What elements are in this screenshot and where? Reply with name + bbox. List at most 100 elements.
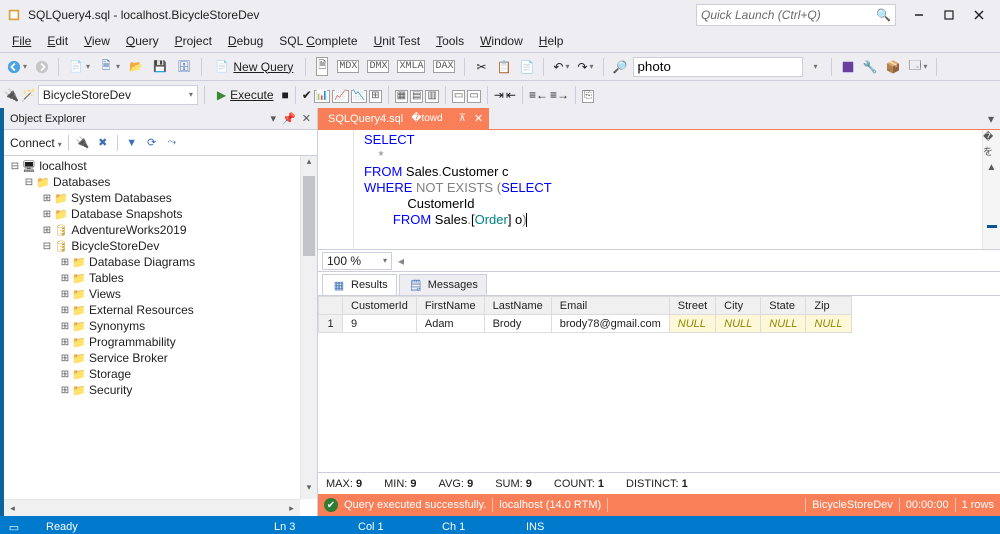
find-input[interactable]	[633, 57, 803, 77]
cut-button[interactable]: ✂	[471, 56, 491, 78]
menu-file[interactable]: File	[4, 32, 39, 50]
live-stats-button[interactable]: 📉	[351, 87, 367, 102]
indent-button[interactable]: ⇥	[494, 88, 504, 102]
results-grid[interactable]: CustomerIdFirstNameLastNameEmailStreetCi…	[318, 296, 1000, 472]
ext-tool-1[interactable]	[838, 56, 858, 78]
dax-query-button[interactable]: DAX	[430, 56, 458, 78]
stop-connect-icon[interactable]: ✖	[95, 135, 111, 151]
ext-tool-2[interactable]: 🔧	[860, 56, 881, 78]
tree-adventureworks[interactable]: ⊞ AdventureWorks2019	[4, 222, 317, 238]
copy-button[interactable]: 📋	[493, 56, 514, 78]
results-tab[interactable]: ▦Results	[322, 274, 397, 295]
menu-project[interactable]: Project	[167, 32, 220, 50]
uncomment-button[interactable]: ▭	[467, 87, 480, 102]
panel-pin-icon[interactable]: 📌	[282, 112, 296, 125]
parse-button[interactable]: ✔	[302, 88, 312, 102]
undo-button[interactable]: ↶	[550, 56, 572, 78]
tree-snapshots[interactable]: ⊞ Database Snapshots	[4, 206, 317, 222]
connect-icon[interactable]: 🔌	[4, 88, 19, 102]
menu-query[interactable]: Query	[118, 32, 167, 50]
menu-tools[interactable]: Tools	[428, 32, 472, 50]
results-grid-button[interactable]: ▦	[395, 87, 408, 102]
increase-indent-button[interactable]: ≡→	[550, 88, 569, 102]
tree-bicyclestoredev[interactable]: ⊟ BicycleStoreDev	[4, 238, 317, 254]
tree-system-databases[interactable]: ⊞ System Databases	[4, 190, 317, 206]
disconnect-icon[interactable]: 🔌	[75, 135, 91, 151]
menu-unittest[interactable]: Unit Test	[366, 32, 428, 50]
sql-editor[interactable]: SELECT *FROM Sales.Customer cWHERE NOT E…	[318, 130, 1000, 250]
menu-window[interactable]: Window	[472, 32, 531, 50]
include-plan-button[interactable]: 📈	[332, 87, 348, 102]
tree-storage[interactable]: ⊞ Storage	[4, 366, 317, 382]
filter-icon[interactable]: ▼	[124, 135, 140, 151]
refresh-icon[interactable]: ⟳	[144, 135, 160, 151]
hscroll-left-icon[interactable]: ◂	[398, 254, 404, 268]
db-engine-query-button[interactable]: 🗎	[312, 56, 332, 78]
xmla-query-button[interactable]: XMLA	[394, 56, 428, 78]
ext-tool-4[interactable]: 🗔	[905, 56, 930, 78]
tree-external-resources[interactable]: ⊞ External Resources	[4, 302, 317, 318]
new-query-button[interactable]: 📄 New Query	[208, 56, 299, 78]
menu-edit[interactable]: Edit	[39, 32, 76, 50]
tree-synonyms[interactable]: ⊞ Synonyms	[4, 318, 317, 334]
mdx-query-button[interactable]: MDX	[334, 56, 362, 78]
quick-launch-input[interactable]: Quick Launch (Ctrl+Q) 🔍	[696, 4, 896, 26]
execute-button[interactable]: ▶Execute	[211, 84, 280, 106]
ext-tool-3[interactable]: 📦	[882, 56, 903, 78]
tree-service-broker[interactable]: ⊞ Service Broker	[4, 350, 317, 366]
decrease-indent-button[interactable]: ≡←	[529, 88, 548, 102]
zoom-combo[interactable]: 100 %	[322, 252, 392, 270]
object-explorer-tree[interactable]: ⊟ localhost ⊟ Databases ⊞ System Databas…	[4, 156, 317, 516]
find-dropdown[interactable]	[805, 56, 825, 78]
tree-tables[interactable]: ⊞ Tables	[4, 270, 317, 286]
nav-back-button[interactable]	[4, 56, 30, 78]
pin-tab-icon[interactable]: ⊼	[459, 113, 466, 124]
find-icon[interactable]: 🔎	[610, 56, 631, 78]
panel-dropdown-icon[interactable]: ▾	[271, 112, 277, 125]
redo-button[interactable]: ↷	[574, 56, 596, 78]
close-button[interactable]	[964, 3, 994, 27]
panel-close-icon[interactable]: ✕	[302, 112, 311, 125]
menu-view[interactable]: View	[76, 32, 118, 50]
paste-button[interactable]: 📄	[516, 56, 537, 78]
tab-overflow-icon[interactable]: ▾	[988, 112, 994, 126]
database-combo[interactable]: BicycleStoreDev	[38, 85, 198, 105]
save-all-button[interactable]: 🗄	[173, 56, 195, 78]
open-file-button[interactable]: 📂	[125, 56, 147, 78]
tree-views[interactable]: ⊞ Views	[4, 286, 317, 302]
results-file-button[interactable]: ▥	[425, 87, 438, 102]
menu-debug[interactable]: Debug	[220, 32, 271, 50]
new-project-button[interactable]: 📄	[65, 56, 93, 78]
messages-tab[interactable]: 🗒Messages	[399, 274, 487, 295]
tree-server[interactable]: ⊟ localhost	[4, 158, 317, 174]
new-item-button[interactable]: 🗎	[95, 56, 123, 78]
change-connection-icon[interactable]: 🪄	[21, 88, 36, 102]
tree-diagrams[interactable]: ⊞ Database Diagrams	[4, 254, 317, 270]
display-plan-button[interactable]: 📊	[314, 87, 330, 102]
save-button[interactable]: 💾	[149, 56, 171, 78]
close-tab-icon[interactable]: ✕	[474, 112, 483, 125]
tree-security[interactable]: ⊞ Security	[4, 382, 317, 398]
tree-hscrollbar[interactable]: ◂▸	[4, 499, 300, 516]
results-text-button[interactable]: ▤	[410, 87, 423, 102]
client-stats-button[interactable]: ⊞	[369, 87, 381, 102]
nav-forward-button[interactable]	[32, 56, 52, 78]
editor-content[interactable]: SELECT *FROM Sales.Customer cWHERE NOT E…	[354, 130, 982, 249]
tree-databases[interactable]: ⊟ Databases	[4, 174, 317, 190]
outdent-button[interactable]: ⇤	[506, 88, 516, 102]
tree-programmability[interactable]: ⊞ Programmability	[4, 334, 317, 350]
connect-dropdown[interactable]: Connect	[10, 136, 62, 150]
minimize-button[interactable]	[904, 3, 934, 27]
menu-sqlcomplete[interactable]: SQL Complete	[271, 32, 365, 50]
specify-values-button[interactable]: ⎘	[582, 87, 594, 102]
menu-help[interactable]: Help	[531, 32, 572, 50]
activity-icon[interactable]: ⤳	[164, 135, 180, 151]
maximize-button[interactable]	[934, 3, 964, 27]
tree-vscrollbar[interactable]: ▴▾	[300, 156, 317, 499]
comment-button[interactable]: ▭	[452, 87, 465, 102]
pin-tab-icon[interactable]: �towd	[411, 113, 442, 124]
document-tab-active[interactable]: SQLQuery4.sql �towd	[318, 108, 453, 129]
stop-button[interactable]: ■	[282, 88, 289, 102]
dmx-query-button[interactable]: DMX	[364, 56, 392, 78]
editor-overview-ruler[interactable]: �を ▲	[982, 130, 1000, 249]
